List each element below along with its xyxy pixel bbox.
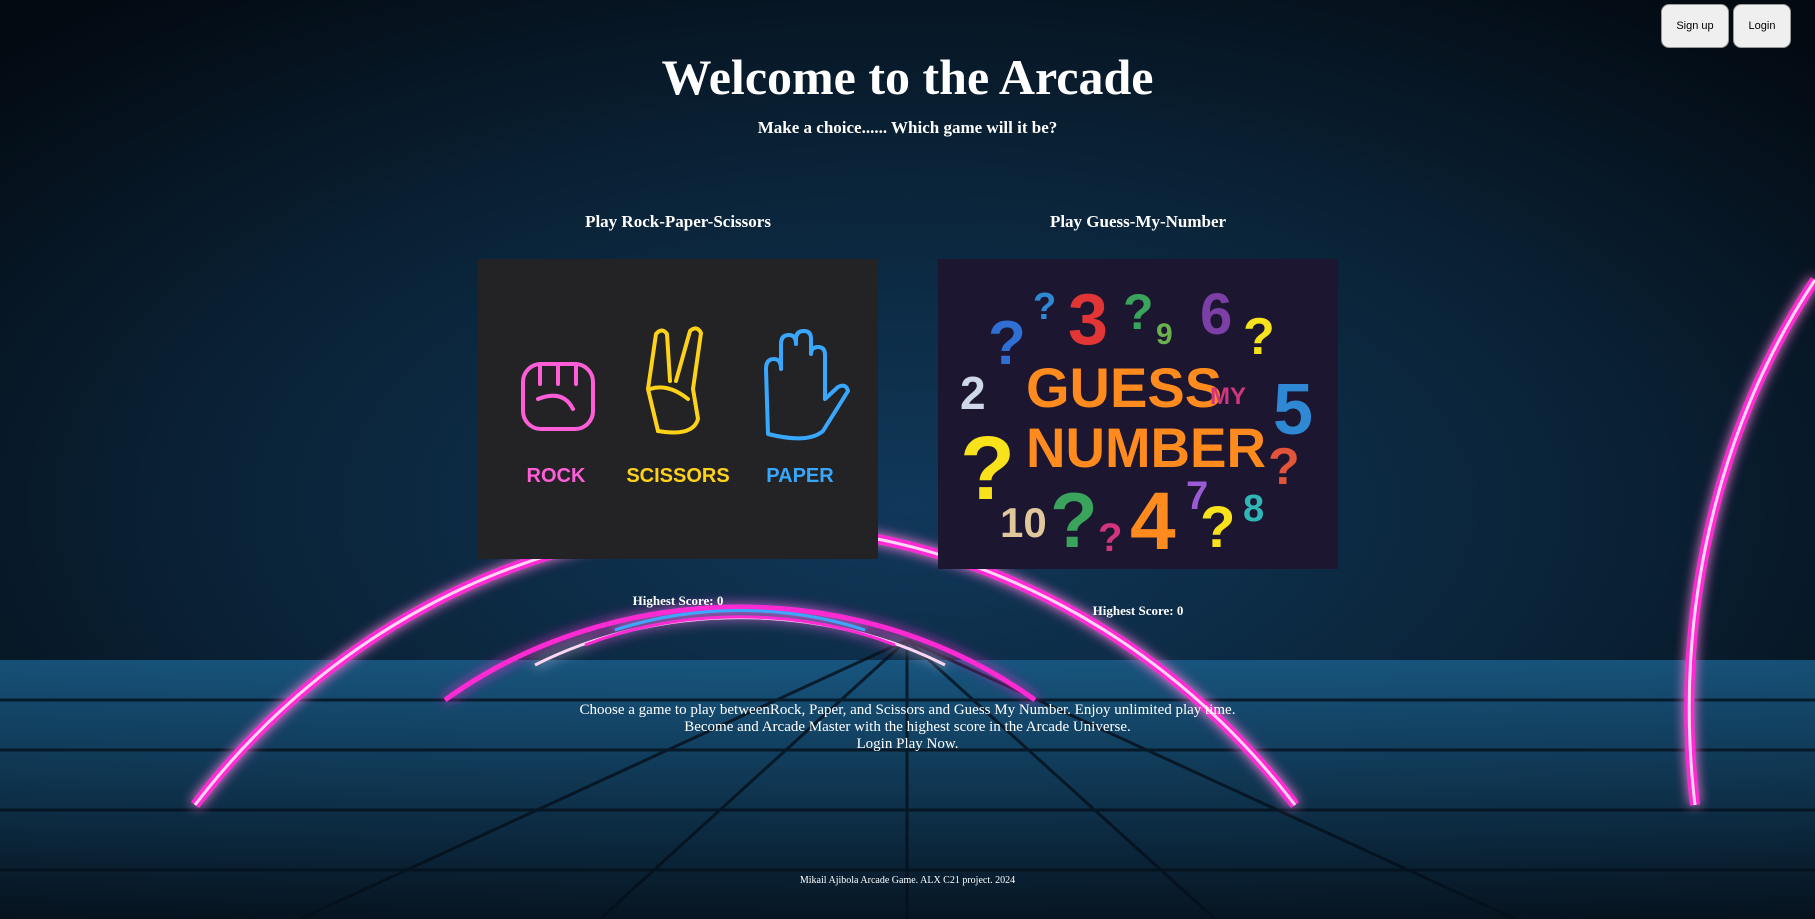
svg-text:8: 8 (1243, 488, 1264, 530)
rps-label-scissors: SCISSORS (626, 465, 729, 487)
svg-text:?: ? (1123, 284, 1154, 340)
svg-text:?: ? (1033, 286, 1056, 328)
page-title: Welcome to the Arcade (661, 49, 1154, 105)
gmn-thumbnail-image[interactable]: ? 3 ? 9 6 ? ? 2 5 ? 10 ? ? 4 7 ? 8 ? GUE… (938, 259, 1338, 569)
svg-text:?: ? (988, 309, 1026, 378)
svg-text:9: 9 (1156, 318, 1173, 351)
rps-game-card: Play Rock-Paper-Scissors ROCK SCISSORS P… (478, 212, 878, 609)
gmn-highest-score: Highest Score: 0 (1092, 603, 1184, 618)
gmn-label-number: NUMBER (1026, 416, 1266, 479)
page-subtitle: Make a choice...... Which game will it b… (757, 118, 1058, 137)
svg-text:4: 4 (1130, 476, 1176, 567)
svg-text:2: 2 (960, 367, 986, 419)
rps-thumbnail-image[interactable]: ROCK SCISSORS PAPER (478, 259, 878, 559)
signup-button[interactable]: Sign up (1661, 4, 1729, 48)
gmn-label-guess: GUESS (1026, 356, 1222, 419)
svg-text:?: ? (1098, 516, 1122, 560)
auth-buttons: Sign up Login (1661, 4, 1791, 48)
footer-text: Mikail Ajibola Arcade Game. ALX C21 proj… (799, 875, 1016, 886)
rps-label-paper: PAPER (766, 465, 834, 487)
rps-label-rock: ROCK (527, 465, 586, 487)
description-line: Become and Arcade Master with the highes… (684, 719, 1131, 735)
svg-text:?: ? (1200, 495, 1235, 560)
play-gmn-link[interactable]: Play Guess-My-Number (938, 212, 1338, 232)
footer: Mikail Ajibola Arcade Game. ALX C21 proj… (0, 875, 1815, 886)
svg-text:3: 3 (1068, 280, 1108, 360)
description-line: Login Play Now. (856, 736, 959, 752)
svg-text:?: ? (1268, 438, 1300, 496)
description-text: Choose a game to play betweenRock, Paper… (0, 702, 1815, 753)
gmn-label-my: MY (1210, 383, 1246, 410)
play-rps-link[interactable]: Play Rock-Paper-Scissors (478, 212, 878, 232)
svg-text:6: 6 (1200, 282, 1232, 347)
svg-text:?: ? (1243, 308, 1275, 366)
gmn-game-card: Play Guess-My-Number ? 3 ? 9 6 ? ? 2 5 ?… (938, 212, 1338, 619)
svg-text:10: 10 (1000, 499, 1047, 546)
svg-text:?: ? (1050, 476, 1098, 564)
login-button[interactable]: Login (1733, 4, 1791, 48)
rps-highest-score: Highest Score: 0 (632, 593, 724, 608)
description-line: Choose a game to play betweenRock, Paper… (579, 702, 1236, 718)
